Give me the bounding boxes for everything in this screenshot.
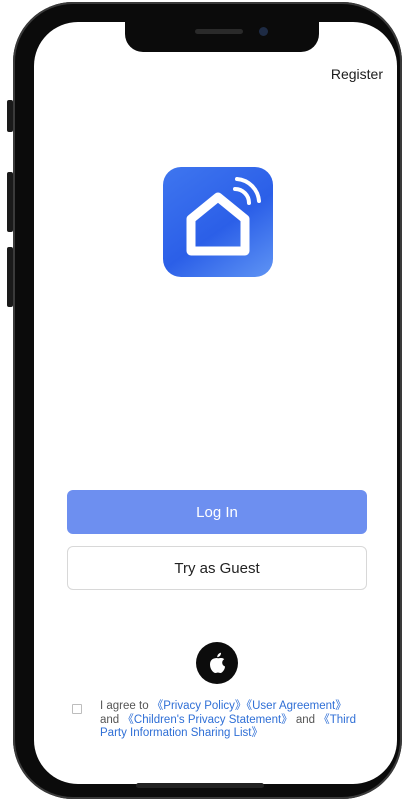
try-as-guest-button[interactable]: Try as Guest: [67, 546, 367, 590]
privacy-policy-link[interactable]: 《Privacy Policy》: [152, 700, 247, 712]
phone-volume-up: [7, 172, 13, 232]
smart-home-icon: [163, 167, 273, 277]
speaker-grille: [195, 29, 243, 34]
login-button[interactable]: Log In: [67, 490, 367, 534]
apple-sign-in-button[interactable]: [196, 642, 238, 684]
app-screen: Register Log In Try as Guest I agree to …: [34, 22, 397, 784]
apple-icon: [210, 652, 225, 673]
children-privacy-link[interactable]: 《Children's Privacy Statement》: [122, 714, 292, 726]
agreement-and-1: and: [100, 713, 123, 726]
agreement-text: I agree to 《Privacy Policy》《User Agreeme…: [100, 700, 372, 741]
agreement-prefix: I agree to: [100, 700, 152, 712]
user-agreement-link[interactable]: 《User Agreement》: [246, 700, 346, 712]
register-link[interactable]: Register: [331, 66, 383, 82]
agreement-checkbox[interactable]: [72, 704, 82, 714]
phone-volume-down: [7, 247, 13, 307]
home-indicator: [136, 783, 264, 788]
phone-notch: [125, 22, 319, 52]
phone-silent-switch: [7, 100, 13, 132]
agreement-section: I agree to 《Privacy Policy》《User Agreeme…: [72, 700, 372, 741]
phone-frame: Register Log In Try as Guest I agree to …: [7, 2, 402, 799]
agreement-and-2: and: [292, 713, 319, 726]
front-camera: [259, 27, 268, 36]
